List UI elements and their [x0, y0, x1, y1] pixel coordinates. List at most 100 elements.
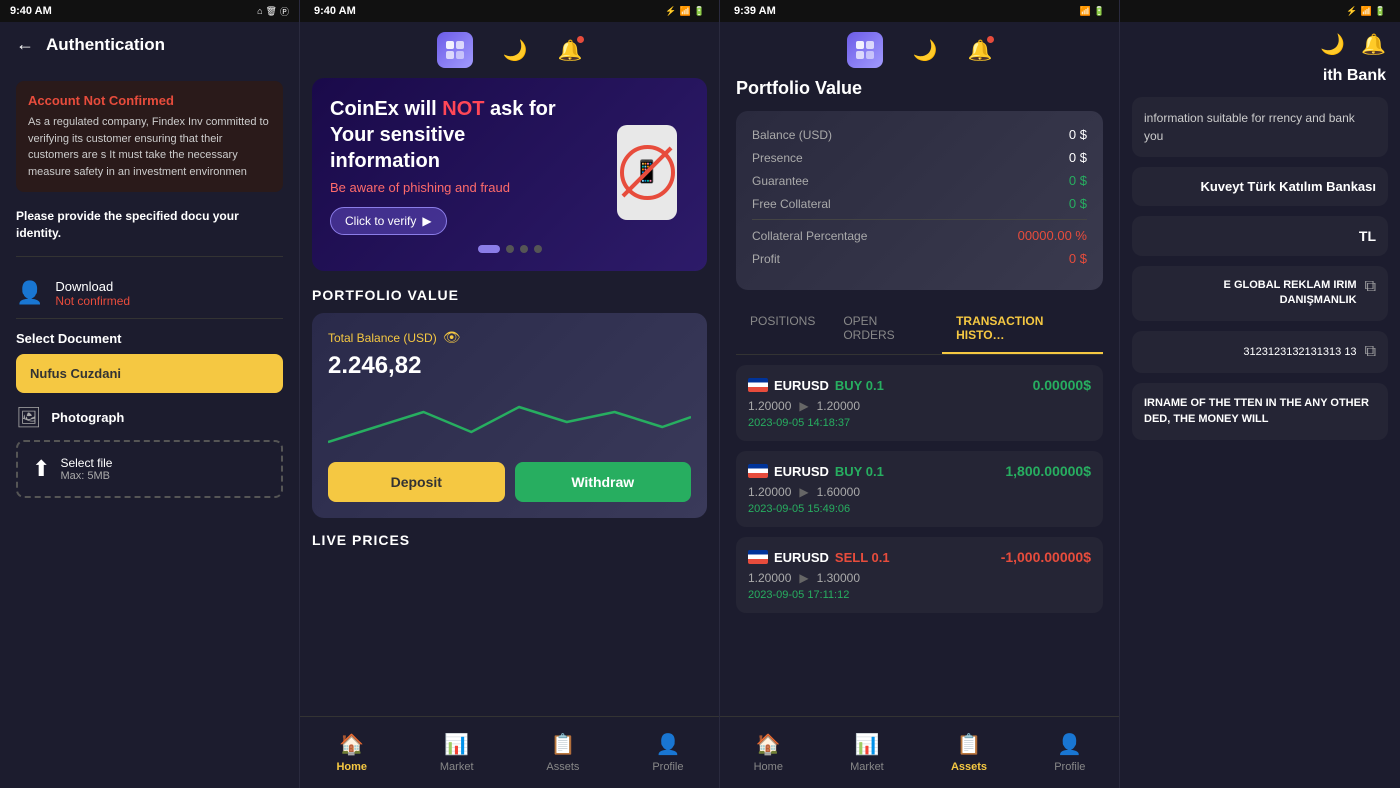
anc-text: As a regulated company, Findex Inv commi… — [28, 114, 271, 180]
battery-icon-b: 🔋 — [1375, 6, 1386, 17]
nav-market-p[interactable]: 📊 Market — [834, 724, 900, 781]
notification-dot-p — [987, 36, 994, 43]
moon-button-p[interactable]: 🌙 — [913, 38, 938, 63]
download-item[interactable]: 👤 Download Not confirmed — [16, 269, 283, 319]
bt-icon: ⚡ — [1346, 6, 1357, 17]
bank-warning-card: IRNAME OF THE TTEN IN THE ANY OTHER DED,… — [1132, 383, 1388, 440]
portfolio-chart — [328, 392, 691, 452]
live-prices-section: LIVE PRICES — [312, 532, 707, 548]
currency-label: TL — [1144, 228, 1376, 244]
trade-header-2: EURUSD BUY 0.1 1,800.00000$ — [748, 463, 1091, 479]
copy-icon-2[interactable]: ⧉ — [1365, 343, 1376, 361]
bank-warning-text: IRNAME OF THE TTEN IN THE ANY OTHER DED,… — [1144, 395, 1376, 428]
dot-1 — [478, 245, 500, 253]
eur-flag-2 — [748, 464, 768, 478]
file-upload-box[interactable]: ⬆ Select file Max: 5MB — [16, 440, 283, 498]
portfolio-section-title: PORTFOLIO VALUE — [312, 287, 707, 303]
dot-3 — [520, 245, 528, 253]
photo-header: 🖼 Photograph — [16, 405, 283, 430]
trade-amount-1: 0.00000$ — [1033, 377, 1091, 393]
authentication-panel: 9:40 AM ⌂ 🗑 Ⓟ ← Authentication Account N… — [0, 0, 300, 788]
coinex-logo — [437, 32, 473, 68]
wifi-icon-2: 🔋 — [694, 6, 705, 17]
banner-phone-graphic: 📱 — [617, 125, 687, 225]
notification-button-b[interactable]: 🔔 — [1361, 32, 1386, 57]
account-num-card: 3123123132131313 13 ⧉ — [1132, 331, 1388, 373]
market-icon: 📊 — [444, 732, 469, 757]
portfolio-logo — [847, 32, 883, 68]
action-buttons: Deposit Withdraw — [328, 462, 691, 502]
price-from-3: 1.20000 — [748, 571, 791, 585]
deposit-button[interactable]: Deposit — [328, 462, 505, 502]
notification-dot — [577, 36, 584, 43]
coinex-content: CoinEx will NOT ask forYour sensitive in… — [300, 78, 719, 788]
pv-balance-row: Balance (USD) 0 $ — [752, 127, 1087, 142]
tabs-row: POSITIONS OPEN ORDERS TRANSACTION HISTO… — [736, 304, 1103, 355]
coinex-top-bar: 🌙 🔔 — [300, 22, 719, 78]
nav-assets-p[interactable]: 📋 Assets — [935, 724, 1003, 781]
copy-icon[interactable]: ⧉ — [1365, 278, 1376, 296]
profile-label: Profile — [652, 761, 683, 773]
status-time-portfolio: 9:39 AM — [734, 5, 776, 17]
assets-icon: 📋 — [550, 732, 575, 757]
price-to-1: 1.20000 — [817, 399, 860, 413]
market-label: Market — [440, 761, 474, 773]
account-number: 3123123132131313 13 — [1144, 346, 1357, 358]
eye-icon: 👁 — [443, 329, 461, 346]
auth-header: ← Authentication — [0, 22, 299, 67]
pv-collateral-pct-label: Collateral Percentage — [752, 229, 867, 243]
upload-max: Max: 5MB — [60, 470, 112, 482]
chart-area — [328, 392, 691, 452]
account-not-confirmed-card: Account Not Confirmed As a regulated com… — [16, 81, 283, 192]
status-time-auth: 9:40 AM — [10, 5, 52, 17]
notification-button[interactable]: 🔔 — [558, 38, 583, 63]
pv-presence-value: 0 $ — [1069, 150, 1087, 165]
arrow-3: ▶ — [799, 571, 808, 585]
pv-collateral-pct-row: Collateral Percentage 00000.00 % — [752, 228, 1087, 243]
pv-profit-label: Profit — [752, 252, 780, 266]
nav-profile[interactable]: 👤 Profile — [636, 724, 699, 781]
status-bar-auth: 9:40 AM ⌂ 🗑 Ⓟ — [0, 0, 299, 22]
banner-verify-button[interactable]: Click to verify ▶ — [330, 207, 447, 235]
pv-balance-label: Balance (USD) — [752, 128, 832, 142]
trade-header-3: EURUSD SELL 0.1 -1,000.00000$ — [748, 549, 1091, 565]
total-balance-label: Total Balance (USD) 👁 — [328, 329, 691, 346]
market-icon-p: 📊 — [854, 732, 879, 757]
nav-assets[interactable]: 📋 Assets — [530, 724, 595, 781]
dot-2 — [506, 245, 514, 253]
nav-home[interactable]: 🏠 Home — [320, 724, 383, 781]
notification-button-p[interactable]: 🔔 — [968, 38, 993, 63]
trade-item-1: EURUSD BUY 0.1 0.00000$ 1.20000 ▶ 1.2000… — [736, 365, 1103, 441]
tab-transaction-history[interactable]: TRANSACTION HISTO… — [942, 304, 1103, 354]
pair-label-2: EURUSD — [774, 464, 829, 479]
withdraw-button[interactable]: Withdraw — [515, 462, 692, 502]
tab-open-orders[interactable]: OPEN ORDERS — [829, 304, 942, 354]
wifi-icon-p: 🔋 — [1094, 6, 1105, 17]
pv-guarantee-value: 0 $ — [1069, 173, 1087, 188]
moon-button[interactable]: 🌙 — [503, 38, 528, 63]
bluetooth-icon: ⚡ — [665, 6, 676, 17]
pv-collateral-pct-value: 00000.00 % — [1018, 228, 1087, 243]
bank-name-card: Kuveyt Türk Katılım Bankası — [1132, 167, 1388, 206]
pv-presence-label: Presence — [752, 151, 803, 165]
bank-content: information suitable for rrency and bank… — [1120, 97, 1400, 788]
phone-shape: 📱 — [617, 125, 677, 220]
trash-icon: 🗑 — [266, 6, 277, 17]
back-button[interactable]: ← — [16, 34, 34, 55]
nav-market[interactable]: 📊 Market — [424, 724, 490, 781]
coinex-bottom-nav: 🏠 Home 📊 Market 📋 Assets 👤 Profile — [300, 716, 720, 788]
home-label: Home — [336, 761, 367, 773]
nav-profile-p[interactable]: 👤 Profile — [1038, 724, 1101, 781]
nav-home-p[interactable]: 🏠 Home — [738, 724, 799, 781]
moon-button-b[interactable]: 🌙 — [1320, 32, 1345, 57]
portfolio-card: Total Balance (USD) 👁 2.246,82 Deposit W… — [312, 313, 707, 518]
signal-icon: 📶 — [680, 6, 691, 17]
assets-icon-p: 📋 — [957, 732, 982, 757]
tab-positions[interactable]: POSITIONS — [736, 304, 829, 354]
status-time-coinex: 9:40 AM — [314, 5, 356, 17]
profile-icon: 👤 — [655, 732, 680, 757]
coinex-panel: 9:40 AM ⚡ 📶 🔋 🌙 🔔 CoinEx will NOT as — [300, 0, 720, 788]
nufus-button[interactable]: Nufus Cuzdani — [16, 354, 283, 393]
balance-amount: 2.246,82 — [328, 352, 691, 380]
price-from-2: 1.20000 — [748, 485, 791, 499]
